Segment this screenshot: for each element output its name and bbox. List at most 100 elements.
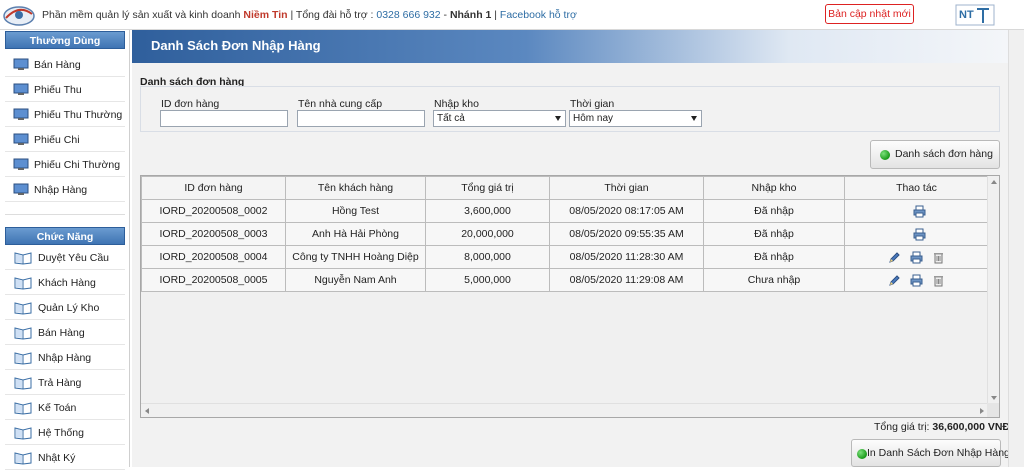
orders-table: ID đơn hàng Tên khách hàng Tổng giá trị … — [141, 176, 989, 292]
customer-cell: Anh Hà Hải Phòng — [285, 222, 426, 246]
time-label: Thời gian — [570, 98, 615, 110]
hotline-label: | Tổng đài hỗ trợ : — [287, 9, 377, 21]
sidebar-item-label: Phiếu Thu Thường — [34, 109, 123, 121]
table-row[interactable]: IORD_20200508_0004 Công ty TNHH Hoàng Di… — [141, 245, 989, 269]
sidebar-item-nhap-hang[interactable]: Nhập Hàng — [5, 177, 125, 202]
top-bar: Phần mềm quản lý sản xuất và kinh doanh … — [0, 0, 1024, 30]
sidebar-item-label: Duyệt Yêu Cầu — [38, 252, 110, 264]
monitor-icon — [13, 133, 29, 145]
main-panel: Danh Sách Đơn Nhập Hàng Danh sách đơn hà… — [132, 30, 1010, 467]
sidebar-item-duyet-yeu-cau[interactable]: Duyệt Yêu Cầu — [5, 245, 125, 270]
sidebar-item-phieu-chi[interactable]: Phiếu Chi — [5, 127, 125, 152]
order-id-cell: IORD_20200508_0005 — [141, 268, 286, 292]
table-row[interactable]: IORD_20200508_0003 Anh Hà Hải Phòng 20,0… — [141, 222, 989, 246]
page-title: Danh Sách Đơn Nhập Hàng — [151, 38, 321, 53]
order-id-cell: IORD_20200508_0003 — [141, 222, 286, 246]
edit-icon[interactable] — [888, 274, 901, 287]
supplier-input[interactable] — [297, 110, 425, 127]
status-cell: Đã nhập — [703, 245, 845, 269]
time-value: Hôm nay — [573, 113, 614, 124]
total-cell: 3,600,000 — [425, 199, 550, 223]
time-cell: 08/05/2020 08:17:05 AM — [549, 199, 704, 223]
sidebar-item-khach-hang[interactable]: Khách Hàng — [5, 270, 125, 295]
customer-cell: Hồng Test — [285, 199, 426, 223]
sidebar-item-ke-toan[interactable]: Kế Toán — [5, 395, 125, 420]
sidebar-item-ban-hang-fn[interactable]: Bán Hàng — [5, 320, 125, 345]
import-status-label: Nhập kho — [434, 98, 479, 110]
grand-total: Tổng giá trị: 36,600,000 VNĐ — [874, 421, 1010, 433]
book-icon — [14, 252, 32, 265]
monitor-icon — [13, 183, 29, 195]
grand-total-label: Tổng giá trị: — [874, 421, 933, 433]
monitor-icon — [13, 108, 29, 120]
branch-label: Nhánh 1 — [449, 9, 492, 21]
sidebar-item-nhap-hang-fn[interactable]: Nhập Hàng — [5, 345, 125, 370]
column-header[interactable]: Tổng giá trị — [425, 176, 550, 200]
edit-icon[interactable] — [888, 251, 901, 264]
scroll-up-icon[interactable] — [991, 180, 997, 184]
print-icon[interactable] — [913, 205, 926, 218]
table-vertical-scrollbar[interactable] — [987, 176, 999, 404]
status-cell: Đã nhập — [703, 199, 845, 223]
customer-cell: Nguyễn Nam Anh — [285, 268, 426, 292]
sidebar-item-phieu-chi-thuong[interactable]: Phiếu Chi Thường — [5, 152, 125, 177]
column-header[interactable]: ID đơn hàng — [141, 176, 286, 200]
sidebar-item-phieu-thu-thuong[interactable]: Phiếu Thu Thường — [5, 102, 125, 127]
sidebar-item-phieu-thu[interactable]: Phiếu Thu — [5, 77, 125, 102]
sidebar-item-label: Trả Hàng — [38, 377, 82, 389]
scroll-left-icon[interactable] — [145, 408, 149, 414]
sidebar-item-tra-hang[interactable]: Trả Hàng — [5, 370, 125, 395]
sidebar-item-label: Quản Lý Kho — [38, 302, 100, 314]
sidebar-common-title: Thường Dùng — [5, 31, 125, 49]
actions-cell — [844, 245, 989, 269]
separator: | — [491, 9, 500, 21]
sidebar-item-label: Khách Hàng — [38, 277, 96, 289]
actions-cell — [844, 199, 989, 223]
column-header[interactable]: Tên khách hàng — [285, 176, 426, 200]
delete-icon[interactable] — [932, 251, 945, 264]
total-cell: 5,000,000 — [425, 268, 550, 292]
table-header-row: ID đơn hàng Tên khách hàng Tổng giá trị … — [141, 176, 989, 200]
page-vertical-scrollbar[interactable] — [1008, 30, 1024, 467]
monitor-icon — [13, 158, 29, 170]
import-status-select[interactable]: Tất cả — [433, 110, 566, 127]
sidebar-item-label: Phiếu Thu — [34, 84, 82, 96]
sidebar-item-he-thong[interactable]: Hệ Thống — [5, 420, 125, 445]
print-icon[interactable] — [913, 228, 926, 241]
table-row[interactable]: IORD_20200508_0005 Nguyễn Nam Anh 5,000,… — [141, 268, 989, 292]
sidebar-item-label: Nhập Hàng — [34, 184, 88, 196]
sidebar-item-ban-hang[interactable]: Bán Hàng — [5, 52, 125, 77]
sidebar-item-nhat-ky[interactable]: Nhật Ký — [5, 445, 125, 470]
order-id-input[interactable] — [160, 110, 288, 127]
facebook-support-link[interactable]: Facebook hỗ trợ — [500, 9, 577, 21]
table-row[interactable]: IORD_20200508_0002 Hồng Test 3,600,000 0… — [141, 199, 989, 223]
monitor-icon — [13, 83, 29, 95]
book-icon — [14, 352, 32, 365]
column-header[interactable]: Nhập kho — [703, 176, 845, 200]
scroll-right-icon[interactable] — [980, 408, 984, 414]
separator: - — [440, 9, 450, 21]
book-icon — [14, 427, 32, 440]
column-header[interactable]: Thời gian — [549, 176, 704, 200]
print-icon[interactable] — [910, 274, 923, 287]
supplier-label: Tên nhà cung cấp — [298, 98, 383, 110]
delete-icon[interactable] — [932, 274, 945, 287]
time-select[interactable]: Hôm nay — [569, 110, 702, 127]
print-icon[interactable] — [910, 251, 923, 264]
hotline-number: 0328 666 932 — [376, 9, 441, 21]
sidebar-item-quan-ly-kho[interactable]: Quản Lý Kho — [5, 295, 125, 320]
time-cell: 08/05/2020 09:55:35 AM — [549, 222, 704, 246]
scroll-down-icon[interactable] — [991, 396, 997, 400]
order-id-cell: IORD_20200508_0004 — [141, 245, 286, 269]
book-icon — [14, 277, 32, 290]
nt-logo-icon: NT — [955, 4, 995, 26]
print-list-button[interactable]: In Danh Sách Đơn Nhập Hàng — [851, 439, 1010, 467]
sidebar-item-label: Phiếu Chi — [34, 134, 80, 146]
new-update-button[interactable]: Bản cập nhật mới — [825, 4, 914, 24]
sidebar-item-label: Bán Hàng — [38, 327, 85, 339]
sidebar-function-title: Chức Năng — [5, 227, 125, 245]
total-cell: 8,000,000 — [425, 245, 550, 269]
table-horizontal-scrollbar[interactable] — [141, 403, 988, 417]
book-icon — [14, 327, 32, 340]
order-list-button[interactable]: Danh sách đơn hàng — [870, 140, 1000, 169]
